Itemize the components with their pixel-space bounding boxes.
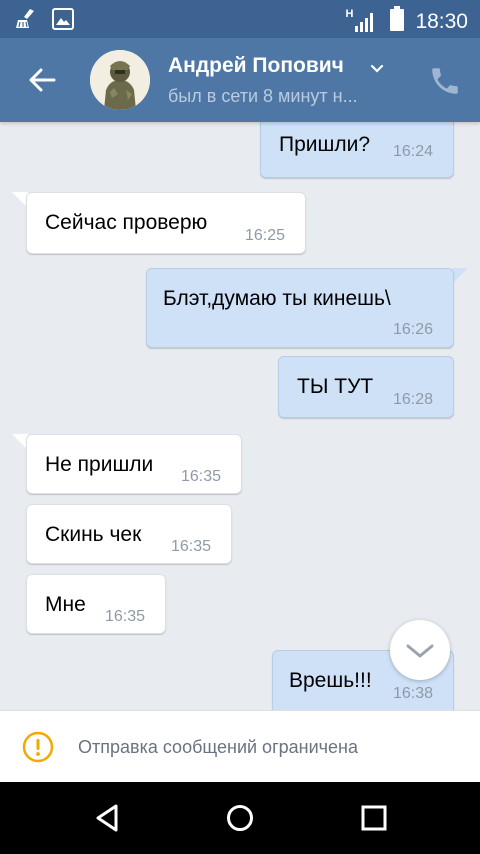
message-bubble-incoming[interactable]: Сейчас проверю 16:25 [26, 192, 306, 254]
chevron-down-icon[interactable] [370, 61, 384, 73]
message-time: 16:26 [393, 321, 434, 338]
message-time: 16:38 [393, 685, 434, 702]
message-text: Мне [45, 593, 86, 616]
contact-status: был в сети 8 минут н... [168, 86, 358, 106]
system-navigation-bar [0, 782, 480, 854]
message-time: 16:28 [393, 391, 434, 408]
messaging-restricted-notice: Отправка сообщений ограничена [0, 710, 480, 782]
message-time: 16:25 [245, 227, 286, 244]
message-time: 16:35 [105, 608, 146, 625]
notice-text: Отправка сообщений ограничена [78, 737, 358, 757]
contact-name[interactable]: Андрей Попович [168, 54, 344, 78]
message-text: ТЫ ТУТ [297, 375, 374, 398]
message-bubble-incoming[interactable]: Не пришли 16:35 [26, 434, 242, 494]
message-bubble-outgoing[interactable]: ТЫ ТУТ 16:28 [278, 356, 454, 418]
message-bubble-incoming[interactable]: Скинь чек 16:35 [26, 504, 232, 564]
warning-circle-icon [22, 731, 54, 763]
message-time: 16:35 [181, 468, 222, 485]
message-text: Пришли? [279, 133, 371, 156]
message-bubble-outgoing[interactable]: Блэт,думаю ты кинешь\ 16:26 [146, 268, 454, 348]
message-time: 16:24 [393, 143, 434, 160]
message-bubble-outgoing[interactable]: Пришли? 16:24 [260, 122, 454, 178]
chevron-down-icon [406, 644, 434, 658]
message-text: Сейчас проверю [45, 211, 208, 234]
avatar[interactable] [90, 50, 150, 110]
battery-icon [389, 6, 405, 37]
bubble-tail [452, 268, 468, 284]
back-arrow-icon[interactable] [24, 62, 60, 98]
message-text: Скинь чек [45, 523, 142, 546]
signal-icon: H [345, 8, 379, 34]
message-text: Блэт,думаю ты кинешь\ [163, 287, 391, 310]
message-bubble-incoming[interactable]: Мне 16:35 [26, 574, 166, 634]
message-text: Не пришли [45, 453, 154, 476]
image-icon [52, 8, 74, 35]
nav-recents-icon[interactable] [358, 802, 390, 834]
message-text: Врешь!!! [289, 669, 372, 692]
chat-header: Андрей Попович был в сети 8 минут н... [0, 38, 480, 122]
phone-icon[interactable] [428, 64, 462, 98]
clock: 18:30 [415, 9, 468, 33]
nav-back-icon[interactable] [92, 802, 124, 834]
message-time: 16:35 [171, 538, 212, 555]
nav-home-icon[interactable] [224, 802, 256, 834]
scroll-down-button[interactable] [390, 620, 450, 680]
status-bar: H 18:30 [0, 0, 480, 38]
broom-icon [14, 8, 38, 35]
